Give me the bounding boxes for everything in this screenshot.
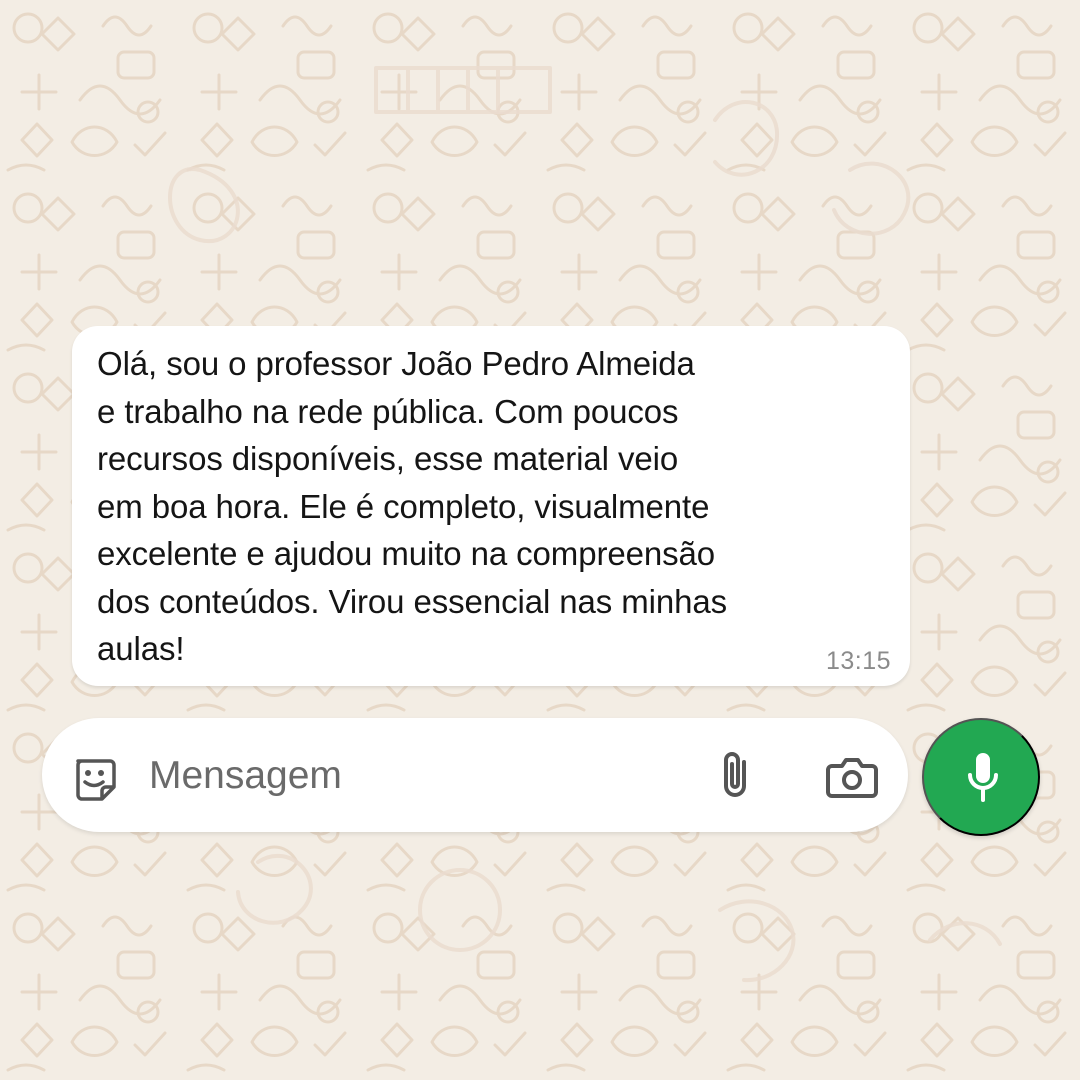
message-line: excelente e ajudou muito na compreensão [97, 535, 716, 572]
sticker-icon[interactable] [68, 751, 120, 803]
message-line: recursos disponíveis, esse material veio [97, 440, 679, 477]
message-line: dos conteúdos. Virou essencial nas minha… [97, 582, 728, 620]
attachment-icon[interactable] [716, 748, 758, 804]
message-bubble[interactable]: Olá, sou o professor João Pedro Almeida … [72, 326, 910, 686]
message-composer[interactable]: Mensagem [42, 718, 908, 832]
message-input-placeholder[interactable]: Mensagem [149, 754, 342, 798]
camera-icon[interactable] [824, 754, 880, 800]
message-line: aulas! [97, 630, 185, 667]
message-line: Olá, sou o professor João Pedro Almeida [97, 345, 695, 382]
microphone-button[interactable] [922, 718, 1040, 836]
mic-icon [964, 749, 1002, 807]
message-text: Olá, sou o professor João Pedro Almeida … [97, 340, 877, 673]
message-line: e trabalho na rede pública. Com poucos [97, 392, 679, 430]
message-timestamp: 13:15 [825, 647, 891, 675]
message-line: em boa hora. Ele é completo, visualmente [97, 487, 710, 525]
